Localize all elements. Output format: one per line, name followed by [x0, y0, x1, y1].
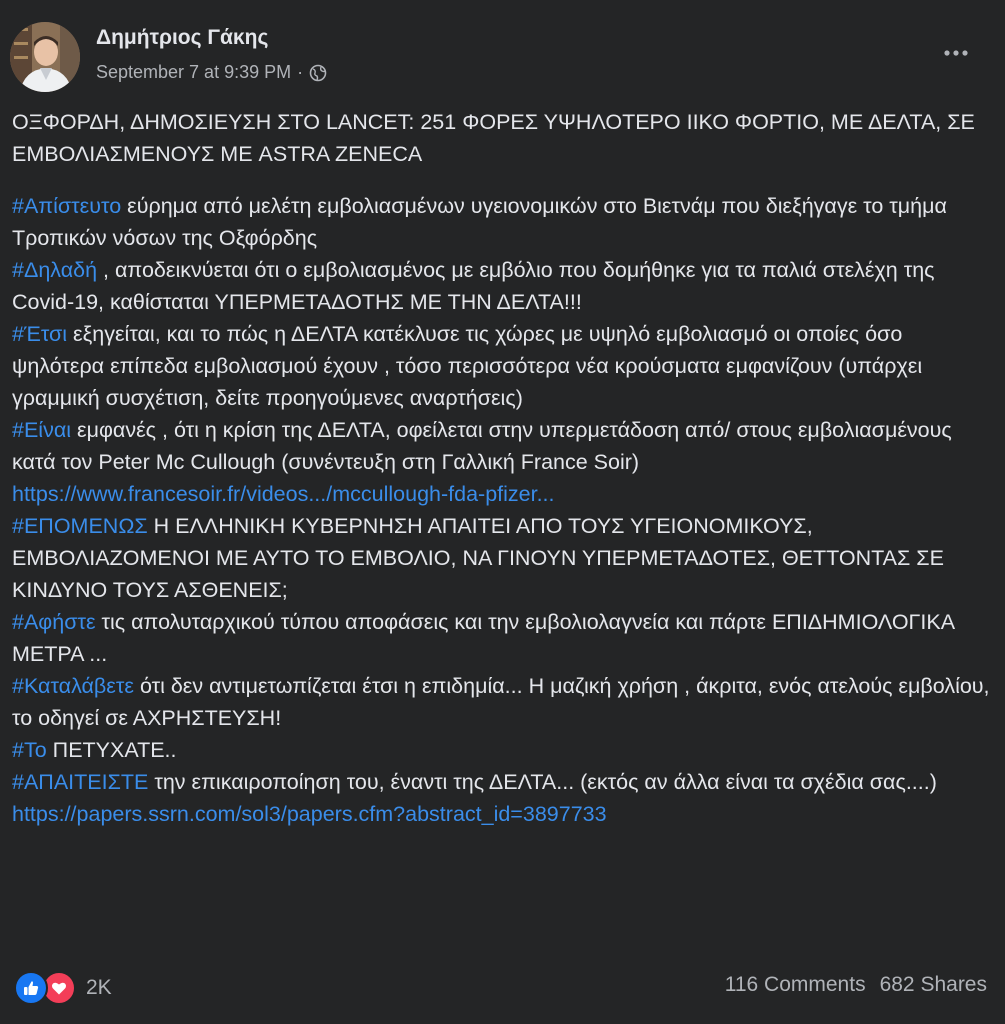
paragraph-text: , αποδεικνύεται ότι ο εμβολιασμένος με ε… — [12, 258, 935, 314]
shares-count[interactable]: 682 Shares — [880, 973, 987, 997]
paragraph-text: τις απολυταρχικού τύπου αποφάσεις και τη… — [12, 610, 954, 666]
post-card: Δημήτριος Γάκης September 7 at 9:39 PM ·… — [0, 0, 1005, 1024]
meta-separator: · — [297, 62, 304, 82]
paragraph-text: ΠΕΤΥΧΑΤΕ.. — [46, 738, 177, 762]
post-paragraph: #Καταλάβετε ότι δεν αντιμετωπίζεται έτσι… — [12, 670, 992, 734]
paragraph-text: εμφανές , ότι η κρίση της ΔΕΛΤΑ, οφείλετ… — [12, 418, 952, 474]
paragraph-text: εύρημα από μελέτη εμβολιασμένων υγειονομ… — [12, 194, 947, 250]
external-link[interactable]: https://papers.ssrn.com/sol3/papers.cfm?… — [12, 802, 607, 826]
post-paragraph: https://www.francesoir.fr/videos.../mccu… — [12, 478, 992, 510]
post-paragraph: #ΑΠΑΙΤΕΙΣΤΕ την επικαιροποίηση του, έναν… — [12, 766, 992, 798]
hashtag-link[interactable]: #ΑΠΑΙΤΕΙΣΤΕ — [12, 770, 148, 794]
hashtag-link[interactable]: #Απίστευτο — [12, 194, 121, 218]
hashtag-link[interactable]: #Το — [12, 738, 47, 762]
post-body: ΟΞΦΟΡΔΗ, ΔΗΜΟΣΙΕΥΣΗ ΣΤΟ LANCET: 251 ΦΟΡΕ… — [12, 106, 992, 830]
avatar-photo — [10, 22, 80, 92]
globe-icon[interactable] — [309, 64, 327, 82]
hashtag-link[interactable]: #Αφήστε — [12, 610, 96, 634]
external-link[interactable]: https://www.francesoir.fr/videos.../mccu… — [12, 482, 555, 506]
post-paragraph: #Έτσι εξηγείται, και το πώς η ΔΕΛΤΑ κατέ… — [12, 318, 992, 414]
post-meta: September 7 at 9:39 PM · — [96, 62, 327, 83]
hashtag-link[interactable]: #Είναι — [12, 418, 71, 442]
more-options-button[interactable] — [938, 38, 974, 68]
reactions-summary[interactable]: 2K — [14, 970, 112, 1006]
post-paragraph: #Αφήστε τις απολυταρχικού τύπου αποφάσει… — [12, 606, 992, 670]
post-headline: ΟΞΦΟΡΔΗ, ΔΗΜΟΣΙΕΥΣΗ ΣΤΟ LANCET: 251 ΦΟΡΕ… — [12, 110, 975, 166]
post-stats: 116 Comments 682 Shares — [725, 973, 987, 997]
author-name[interactable]: Δημήτριος Γάκης — [96, 26, 268, 50]
like-icon — [14, 971, 48, 1005]
reaction-count[interactable]: 2K — [86, 976, 112, 1000]
post-paragraph: #Είναι εμφανές , ότι η κρίση της ΔΕΛΤΑ, … — [12, 414, 992, 478]
post-paragraph: #Απίστευτο εύρημα από μελέτη εμβολιασμέν… — [12, 190, 992, 254]
paragraph-text: την επικαιροποίηση του, έναντι της ΔΕΛΤΑ… — [148, 770, 937, 794]
more-icon — [944, 50, 968, 56]
hashtag-link[interactable]: #Έτσι — [12, 322, 67, 346]
hashtag-link[interactable]: #Καταλάβετε — [12, 674, 134, 698]
post-paragraph: #Το ΠΕΤΥΧΑΤΕ.. — [12, 734, 992, 766]
paragraph-text: Η ΕΛΛΗΝΙΚΗ ΚΥΒΕΡΝΗΣΗ ΑΠΑΙΤΕΙ ΑΠΟ ΤΟΥΣ ΥΓ… — [12, 514, 944, 602]
author-avatar[interactable] — [10, 22, 80, 92]
comments-count[interactable]: 116 Comments — [725, 973, 866, 997]
hashtag-link[interactable]: #ΕΠΟΜΕΝΩΣ — [12, 514, 148, 538]
post-paragraph: #ΕΠΟΜΕΝΩΣ Η ΕΛΛΗΝΙΚΗ ΚΥΒΕΡΝΗΣΗ ΑΠΑΙΤΕΙ Α… — [12, 510, 992, 606]
post-paragraph: https://papers.ssrn.com/sol3/papers.cfm?… — [12, 798, 992, 830]
paragraph-text: εξηγείται, και το πώς η ΔΕΛΤΑ κατέκλυσε … — [12, 322, 923, 410]
paragraph-text: ότι δεν αντιμετωπίζεται έτσι η επιδημία.… — [12, 674, 990, 730]
post-timestamp[interactable]: September 7 at 9:39 PM — [96, 62, 291, 83]
hashtag-link[interactable]: #Δηλαδή — [12, 258, 97, 282]
post-paragraph: #Δηλαδή , αποδεικνύεται ότι ο εμβολιασμέ… — [12, 254, 992, 318]
